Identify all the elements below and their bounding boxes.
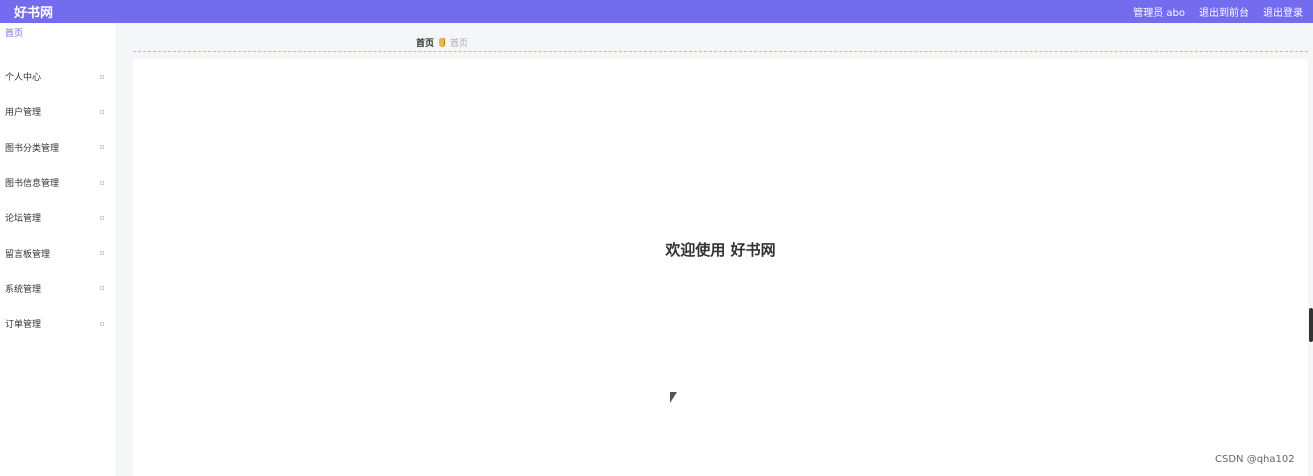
sidebar-item-label: 系统管理 [5,284,42,295]
sidebar-item-label: 留言板管理 [5,249,51,260]
chevron-down-icon [100,180,104,185]
sidebar-item-label: 图书信息管理 [5,179,60,190]
sidebar: 首页 个人中心 用户管理 图书分类管理 图书信息管理 论坛管理 留言板管理 系统… [0,23,117,476]
sidebar-item-label: 个人中心 [5,73,42,84]
breadcrumb: 首页 首页 [416,36,468,49]
sidebar-item-label: 图书分类管理 [5,143,60,154]
chevron-down-icon [100,215,104,220]
main-content: 欢迎使用 好书网 [133,59,1308,476]
exit-to-frontend-link[interactable]: 退出到前台 [1199,4,1249,19]
chevron-down-icon [100,145,104,150]
sidebar-item-forum[interactable]: 论坛管理 [0,200,116,235]
app-title: 好书网 [14,6,54,21]
breadcrumb-bar: 首页 首页 [133,30,1308,52]
breadcrumb-current: 首页 [450,39,469,49]
top-bar: 好书网 管理员 abo 退出到前台 退出登录 [0,0,1313,23]
sidebar-item-orders[interactable]: 订单管理 [0,306,116,341]
sidebar-item-messages[interactable]: 留言板管理 [0,235,116,270]
sidebar-item-label: 订单管理 [5,320,42,331]
sidebar-item-profile[interactable]: 个人中心 [0,59,116,94]
sidebar-item-system[interactable]: 系统管理 [0,271,116,306]
sidebar-item-book-info[interactable]: 图书信息管理 [0,165,116,200]
sidebar-item-book-categories[interactable]: 图书分类管理 [0,130,116,165]
sidebar-item-home[interactable]: 首页 [0,23,116,41]
chevron-down-icon [100,74,104,79]
sidebar-item-label: 首页 [5,28,24,39]
welcome-heading: 欢迎使用 好书网 [665,241,776,259]
breadcrumb-home[interactable]: 首页 [416,36,434,49]
scrollbar-thumb[interactable] [1309,308,1313,342]
admin-user-label: 管理员 abo [1133,8,1185,19]
top-right-actions: 管理员 abo 退出到前台 退出登录 [1133,4,1303,19]
chevron-down-icon [100,109,104,114]
logout-link[interactable]: 退出登录 [1263,4,1303,19]
sidebar-item-users[interactable]: 用户管理 [0,94,116,129]
sidebar-item-label: 论坛管理 [5,214,42,225]
chevron-down-icon [100,321,104,326]
chevron-down-icon [100,251,104,256]
breadcrumb-separator-icon [439,38,446,47]
chevron-down-icon [100,286,104,291]
sidebar-item-label: 用户管理 [5,108,42,119]
mouse-cursor-icon [670,392,677,403]
watermark: CSDN @qha102 [1215,454,1295,465]
